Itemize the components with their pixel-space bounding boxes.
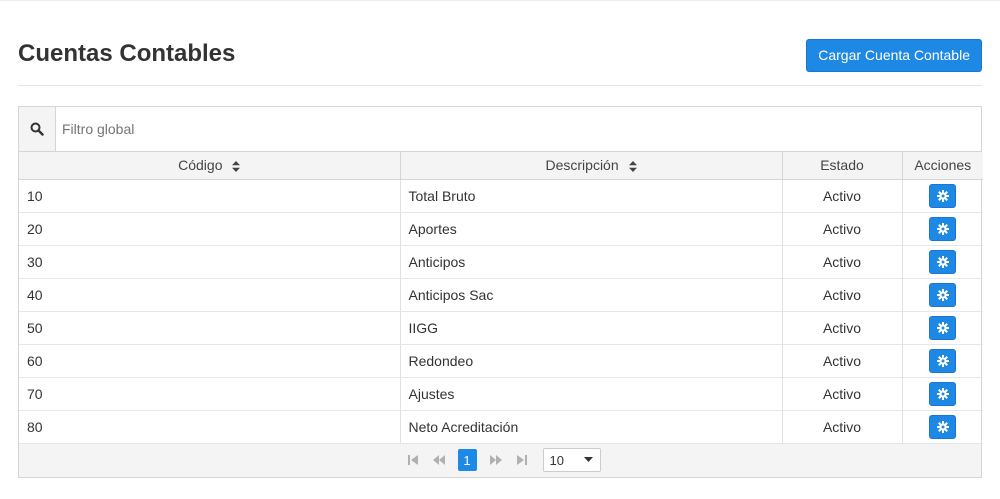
page-title: Cuentas Contables	[18, 40, 236, 67]
cell-descripcion: IIGG	[400, 311, 783, 345]
header-divider	[18, 85, 982, 86]
cell-estado: Activo	[782, 410, 903, 444]
table-header-row: Código Descripción Estado Acciones	[19, 152, 983, 180]
row-actions-button[interactable]	[929, 183, 957, 208]
table-row: 40 Anticipos Sac Activo	[19, 278, 983, 312]
paginator: 1 10	[19, 443, 981, 477]
next-page-icon[interactable]	[485, 449, 507, 471]
cell-codigo: 70	[19, 377, 401, 411]
cell-acciones	[902, 410, 983, 444]
table-row: 60 Redondeo Activo	[19, 344, 983, 378]
cell-descripcion: Ajustes	[400, 377, 783, 411]
table-row: 80 Neto Acreditación Activo	[19, 410, 983, 444]
row-actions-button[interactable]	[929, 315, 957, 340]
gear-icon	[936, 354, 949, 367]
cell-codigo: 20	[19, 212, 401, 246]
cell-acciones	[902, 278, 983, 312]
column-header-estado: Estado	[782, 152, 903, 180]
cell-acciones	[902, 179, 983, 213]
sort-icon	[628, 161, 637, 173]
column-header-codigo[interactable]: Código	[19, 152, 401, 180]
gear-icon	[936, 222, 949, 235]
previous-page-icon[interactable]	[428, 449, 450, 471]
top-divider	[0, 0, 1000, 1]
page-header: Cuentas Contables Cargar Cuenta Contable	[18, 38, 982, 78]
column-label: Código	[178, 157, 223, 174]
cell-acciones	[902, 344, 983, 378]
row-actions-button[interactable]	[929, 414, 957, 439]
cell-estado: Activo	[782, 377, 903, 411]
cell-estado: Activo	[782, 311, 903, 345]
cell-codigo: 50	[19, 311, 401, 345]
cell-codigo: 40	[19, 278, 401, 312]
cell-acciones	[902, 212, 983, 246]
cell-codigo: 60	[19, 344, 401, 378]
rows-per-page-value: 10	[549, 452, 564, 468]
cell-descripcion: Aportes	[400, 212, 783, 246]
table-row: 20 Aportes Activo	[19, 212, 983, 246]
row-actions-button[interactable]	[929, 216, 957, 241]
column-label: Descripción	[545, 157, 619, 174]
gear-icon	[936, 189, 949, 202]
row-actions-button[interactable]	[929, 249, 957, 274]
cell-codigo: 80	[19, 410, 401, 444]
cell-estado: Activo	[782, 245, 903, 279]
gear-icon	[936, 420, 949, 433]
last-page-icon[interactable]	[511, 449, 533, 471]
accounts-grid: Código Descripción Estado Acciones 10 Tot…	[19, 152, 983, 444]
row-actions-button[interactable]	[929, 282, 957, 307]
cell-descripcion: Total Bruto	[400, 179, 783, 213]
cell-descripcion: Neto Acreditación	[400, 410, 783, 444]
gear-icon	[936, 321, 949, 334]
gear-icon	[936, 387, 949, 400]
table-row: 70 Ajustes Activo	[19, 377, 983, 411]
cell-descripcion: Anticipos	[400, 245, 783, 279]
global-filter	[19, 107, 981, 152]
search-icon	[19, 107, 56, 151]
gear-icon	[936, 255, 949, 268]
cell-acciones	[902, 311, 983, 345]
chevron-down-icon	[578, 449, 600, 471]
column-header-descripcion[interactable]: Descripción	[400, 152, 783, 180]
cell-estado: Activo	[782, 344, 903, 378]
row-actions-button[interactable]	[929, 348, 957, 373]
cell-descripcion: Anticipos Sac	[400, 278, 783, 312]
column-header-acciones: Acciones	[902, 152, 983, 180]
gear-icon	[936, 288, 949, 301]
cell-estado: Activo	[782, 278, 903, 312]
first-page-icon[interactable]	[402, 449, 424, 471]
global-filter-input[interactable]	[56, 107, 981, 151]
table-row: 30 Anticipos Activo	[19, 245, 983, 279]
rows-per-page-dropdown[interactable]: 10	[542, 448, 601, 472]
cell-descripcion: Redondeo	[400, 344, 783, 378]
table-row: 10 Total Bruto Activo	[19, 179, 983, 213]
cell-codigo: 30	[19, 245, 401, 279]
table-body: 10 Total Bruto Activo 20 Aportes Activo 30 Anti…	[19, 179, 983, 444]
table-row: 50 IIGG Activo	[19, 311, 983, 345]
row-actions-button[interactable]	[929, 381, 957, 406]
cell-codigo: 10	[19, 179, 401, 213]
cell-estado: Activo	[782, 179, 903, 213]
accounts-table: Código Descripción Estado Acciones 10Tot…	[18, 106, 983, 478]
page-number-button[interactable]: 1	[457, 449, 477, 471]
add-account-button[interactable]: Cargar Cuenta Contable	[806, 39, 982, 72]
cell-estado: Activo	[782, 212, 903, 246]
cell-acciones	[902, 377, 983, 411]
sort-icon	[232, 161, 241, 173]
cell-acciones	[902, 245, 983, 279]
